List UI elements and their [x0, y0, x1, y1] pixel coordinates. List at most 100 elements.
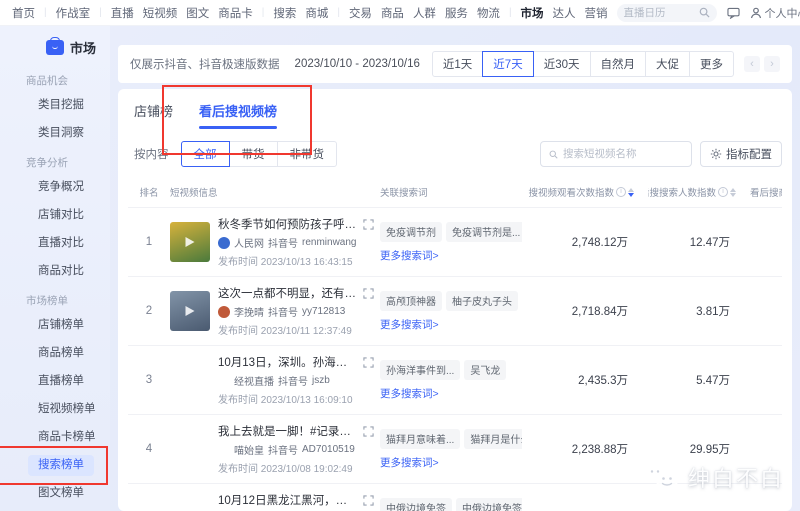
more-keywords-link[interactable]: 更多搜索词>	[380, 317, 522, 332]
expand-icon[interactable]	[363, 357, 374, 368]
more-keywords-link[interactable]: 更多搜索词>	[380, 455, 522, 470]
nav-item-war-room[interactable]: 作战室	[56, 5, 91, 21]
preset-7day-button[interactable]: 近7天	[482, 51, 533, 77]
date-pager: ‹ ›	[744, 56, 780, 72]
sidebar-section-market-rankings: 市场榜单	[0, 293, 110, 308]
more-keywords-link[interactable]: 更多搜索词>	[380, 386, 522, 401]
sidebar-item-shop-ranking[interactable]: 店铺榜单	[0, 319, 110, 332]
keywords-cell: 中俄边境免签 中俄边境免签... 更多搜索词>	[380, 498, 528, 511]
video-title[interactable]: 秋冬季节如何预防孩子呼吸道感染，钟南山...	[218, 216, 358, 232]
preset-1day-button[interactable]: 近1天	[432, 51, 483, 77]
sidebar-section-competition-analysis: 竞争分析	[0, 155, 110, 170]
prev-period-button[interactable]: ‹	[744, 56, 760, 72]
header-keywords: 关联搜索词	[380, 185, 528, 199]
sort-view-index[interactable]	[628, 188, 634, 197]
author-name[interactable]: 人民网	[234, 235, 264, 250]
info-icon[interactable]: i	[718, 187, 728, 197]
douyin-label: 抖音号	[268, 304, 298, 319]
nav-item-marketing[interactable]: 营销	[585, 5, 608, 21]
video-thumbnail[interactable]	[170, 498, 210, 511]
searcher-index-value: 29.95万	[648, 441, 750, 457]
filter-without-goods-button[interactable]: 非带货	[277, 141, 338, 167]
nav-divider	[99, 7, 102, 18]
nav-item-home[interactable]: 首页	[12, 5, 35, 21]
video-title[interactable]: 我上去就是一脚！#记录猫咪日常 #动物的迷...	[218, 423, 358, 439]
video-thumbnail[interactable]	[170, 291, 210, 331]
preset-more-button[interactable]: 更多	[689, 51, 734, 77]
more-keywords-link[interactable]: 更多搜索词>	[380, 248, 522, 263]
live-calendar-search-placeholder: 直播日历	[624, 5, 666, 20]
nav-item-market[interactable]: 市场	[521, 5, 544, 21]
preset-30day-button[interactable]: 近30天	[533, 51, 591, 77]
video-info-cell: 秋冬季节如何预防孩子呼吸道感染，钟南山... 人民网 抖音号 renminwan…	[170, 216, 380, 268]
author-name[interactable]: 喵始皇	[234, 442, 264, 457]
filter-with-goods-button[interactable]: 带货	[229, 141, 278, 167]
expand-icon[interactable]	[363, 219, 374, 230]
info-icon[interactable]: i	[616, 187, 626, 197]
nav-item-product-card[interactable]: 商品卡	[218, 5, 253, 21]
sidebar-item-live-ranking[interactable]: 直播榜单	[0, 375, 110, 388]
nav-item-trade[interactable]: 交易	[349, 5, 372, 21]
douyin-label: 抖音号	[268, 235, 298, 250]
nav-item-mall[interactable]: 商城	[305, 5, 328, 21]
sidebar-item-category-insight[interactable]: 类目洞察	[0, 127, 110, 140]
tab-post-view-search-video-ranking[interactable]: 看后搜视频榜	[199, 101, 277, 129]
author-avatar	[218, 306, 230, 318]
nav-item-audience[interactable]: 人群	[413, 5, 436, 21]
sidebar-item-competition-overview[interactable]: 竞争概况	[0, 181, 110, 194]
publish-time: 2023/10/13 16:09:10	[261, 395, 353, 406]
video-title[interactable]: 这次一点都不明显，还有股柚子的清香，家...	[218, 285, 358, 301]
sidebar-item-category-mining[interactable]: 类目挖掘	[0, 99, 110, 112]
sidebar-item-product-compare[interactable]: 商品对比	[0, 265, 110, 278]
sidebar-item-short-video-ranking[interactable]: 短视频榜单	[0, 403, 110, 416]
next-period-button[interactable]: ›	[764, 56, 780, 72]
video-info-cell: 我上去就是一脚！#记录猫咪日常 #动物的迷... 喵始皇 抖音号 AD70105…	[170, 423, 380, 475]
preset-big-promo-button[interactable]: 大促	[645, 51, 690, 77]
expand-icon[interactable]	[363, 426, 374, 437]
sidebar-item-live-compare[interactable]: 直播对比	[0, 237, 110, 250]
sidebar-item-product-ranking[interactable]: 商品榜单	[0, 347, 110, 360]
nav-item-image-text[interactable]: 图文	[186, 5, 209, 21]
rank-cell: 4	[128, 443, 170, 455]
message-button[interactable]	[727, 7, 740, 19]
sidebar-item-product-card-ranking[interactable]: 商品卡榜单	[0, 431, 110, 444]
sort-searcher-index[interactable]	[730, 188, 736, 197]
video-info-cell: 10月12日黑龙江黑河，坐船仅需7分钟到达... 极光新闻 抖音号 jiguan…	[170, 492, 380, 511]
video-title[interactable]: 10月12日黑龙江黑河，坐船仅需7分钟到达...	[218, 492, 358, 508]
expand-icon[interactable]	[363, 495, 374, 506]
nav-item-influencer[interactable]: 达人	[553, 5, 576, 21]
nav-item-short-video[interactable]: 短视频	[143, 5, 178, 21]
nav-item-logistics[interactable]: 物流	[477, 5, 500, 21]
preset-natural-month-button[interactable]: 自然月	[590, 51, 647, 77]
date-range[interactable]: 2023/10/10 - 2023/10/16	[295, 58, 420, 70]
video-thumbnail[interactable]	[170, 429, 210, 469]
live-calendar-search[interactable]: 直播日历	[617, 4, 717, 22]
sidebar-section-product-opportunity: 商品机会	[0, 73, 110, 88]
table-row: 1 秋冬季节如何预防孩子呼吸道感染，钟南山... 人民网 抖音号 renminw…	[128, 207, 782, 276]
video-thumbnail[interactable]	[170, 222, 210, 262]
nav-item-service[interactable]: 服务	[445, 5, 468, 21]
sidebar-item-image-text-ranking[interactable]: 图文榜单	[0, 487, 110, 500]
publish-time: 2023/10/13 16:43:15	[261, 257, 353, 268]
nav-item-live[interactable]: 直播	[111, 5, 134, 21]
metric-config-button[interactable]: 指标配置	[700, 141, 782, 167]
video-title[interactable]: 10月13日，深圳。孙海洋出法院后表示对判...	[218, 354, 358, 370]
sidebar-item-shop-compare[interactable]: 店铺对比	[0, 209, 110, 222]
video-search-box[interactable]	[540, 141, 692, 167]
tab-shop-ranking[interactable]: 店铺榜	[134, 101, 173, 129]
video-thumbnail[interactable]	[170, 360, 210, 400]
sidebar-item-search-ranking[interactable]: 搜索榜单	[0, 459, 110, 472]
search-icon	[699, 7, 710, 18]
view-index-value: 2,718.84万	[528, 303, 648, 319]
personal-center-button[interactable]: 个人中心	[750, 5, 800, 21]
ranking-card: 店铺榜 看后搜视频榜 按内容 全部 带货 非带货 指标配置	[118, 89, 792, 511]
expand-icon[interactable]	[363, 288, 374, 299]
video-search-input[interactable]	[563, 148, 683, 160]
author-name[interactable]: 李挽晴	[234, 304, 264, 319]
nav-item-product[interactable]: 商品	[381, 5, 404, 21]
filter-all-button[interactable]: 全部	[181, 141, 230, 167]
header-view-index[interactable]: 看后搜视频观看次数指数 i	[528, 185, 648, 199]
nav-item-search[interactable]: 搜索	[273, 5, 296, 21]
author-name[interactable]: 经视直播	[234, 373, 274, 388]
header-searcher-index[interactable]: 看后搜搜索人数指数 i	[648, 185, 750, 199]
